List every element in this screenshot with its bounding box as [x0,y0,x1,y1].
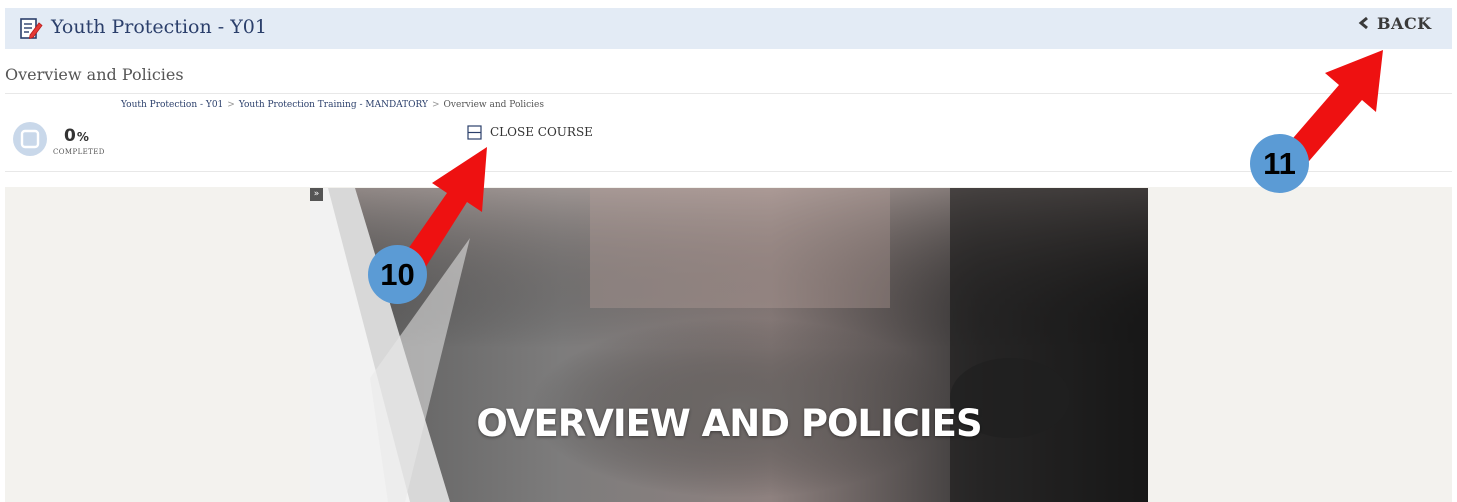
lesson-hero: OVERVIEW AND POLICIES [310,188,1148,502]
progress-ring [13,122,47,156]
breadcrumb-separator: > [432,100,440,110]
breadcrumb-item-training[interactable]: Youth Protection Training - MANDATORY [239,100,428,110]
lesson-title: OVERVIEW AND POLICIES [476,402,982,445]
back-button[interactable]: BACK [1357,12,1432,34]
breadcrumb-item-current: Overview and Policies [443,100,545,110]
breadcrumb-item-course[interactable]: Youth Protection - Y01 [121,100,223,110]
progress-label: COMPLETED [53,148,105,156]
page-subtitle: Overview and Policies [5,65,184,84]
breadcrumb-separator: > [227,100,235,110]
progress-value: 0 [64,126,76,146]
close-course-button[interactable]: CLOSE COURSE [467,124,593,140]
callout-badge-10: 10 [368,245,427,304]
progress-unit: % [76,130,89,144]
close-course-label: CLOSE COURSE [490,125,593,139]
back-label: BACK [1377,13,1432,33]
breadcrumb: Youth Protection - Y01 > Youth Protectio… [121,100,544,110]
hero-photo [310,188,1148,502]
close-course-icon [467,124,482,140]
expand-sidebar-button[interactable]: » [310,188,323,201]
edit-note-icon [19,17,43,41]
divider [5,93,1452,94]
divider [5,171,1452,172]
course-header: Youth Protection - Y01 [5,8,1452,49]
callout-badge-11: 11 [1250,134,1309,193]
course-title: Youth Protection - Y01 [51,16,267,38]
progress-percent: 0% [64,126,89,146]
chevron-left-icon [1358,16,1368,30]
